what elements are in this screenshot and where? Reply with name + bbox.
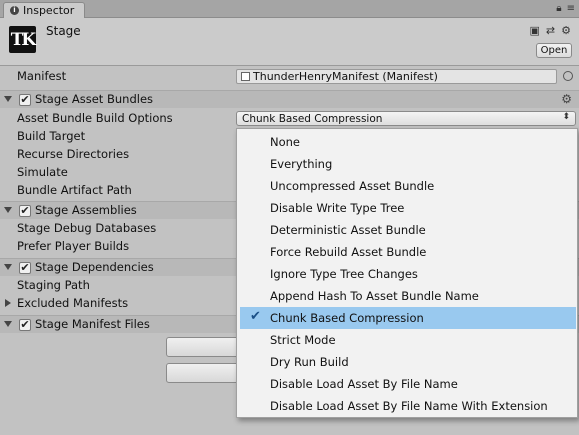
info-icon: i — [10, 6, 19, 15]
section-label: Stage Assemblies — [35, 203, 137, 217]
manifest-row: Manifest ThunderHenryManifest (Manifest) — [0, 68, 579, 86]
lock-icon[interactable]: 🔒︎ — [556, 3, 561, 14]
foldout-arrow-icon[interactable] — [5, 299, 11, 307]
enable-checkbox[interactable]: ✔ — [19, 262, 31, 274]
enable-checkbox[interactable]: ✔ — [19, 205, 31, 217]
menu-item-deterministic-asset-bundle[interactable]: Deterministic Asset Bundle — [237, 219, 577, 241]
bundle-artifact-path-label: Bundle Artifact Path — [17, 183, 132, 197]
asset-logo-icon: TK — [9, 26, 36, 53]
menu-item-none[interactable]: None — [237, 131, 577, 153]
hidden-button[interactable] — [166, 337, 246, 357]
menu-icon[interactable]: ≡ — [567, 3, 575, 14]
manifest-field[interactable]: ThunderHenryManifest (Manifest) — [236, 69, 557, 84]
header-icons: ▣ ⇄ ⚙ — [530, 24, 572, 37]
menu-item-force-rebuild-asset-bundle[interactable]: Force Rebuild Asset Bundle — [237, 241, 577, 263]
checkmark-icon: ✔ — [250, 309, 261, 324]
build-target-label: Build Target — [17, 129, 86, 143]
tab-bar-controls: 🔒︎ ≡ — [556, 3, 575, 14]
foldout-arrow-icon[interactable] — [4, 321, 12, 327]
menu-item-disable-write-type-tree[interactable]: Disable Write Type Tree — [237, 197, 577, 219]
object-picker-icon[interactable] — [563, 71, 573, 81]
menu-item-uncompressed-asset-bundle[interactable]: Uncompressed Asset Bundle — [237, 175, 577, 197]
preset-icon[interactable]: ⇄ — [546, 24, 555, 37]
build-options-popup[interactable]: Chunk Based Compression ⬍ — [236, 111, 576, 126]
foldout-arrow-icon[interactable] — [4, 207, 12, 213]
manifest-label: Manifest — [17, 69, 67, 83]
settings-icon[interactable]: ⚙ — [561, 24, 571, 37]
foldout-arrow-icon[interactable] — [4, 96, 12, 102]
menu-item-ignore-type-tree-changes[interactable]: Ignore Type Tree Changes — [237, 263, 577, 285]
menu-item-disable-load-by-file-name-ext[interactable]: Disable Load Asset By File Name With Ext… — [237, 395, 577, 417]
enable-checkbox[interactable]: ✔ — [19, 319, 31, 331]
stage-debug-databases-label: Stage Debug Databases — [17, 221, 157, 235]
section-label: Stage Dependencies — [35, 260, 154, 274]
foldout-arrow-icon[interactable] — [4, 264, 12, 270]
tab-label: Inspector — [23, 4, 75, 17]
tab-inspector[interactable]: i Inspector — [3, 2, 85, 18]
section-stage-asset-bundles[interactable]: ✔ Stage Asset Bundles ⚙ — [0, 90, 579, 108]
build-options-row: Asset Bundle Build Options Chunk Based C… — [0, 110, 579, 128]
menu-item-everything[interactable]: Everything — [237, 153, 577, 175]
menu-item-strict-mode[interactable]: Strict Mode — [237, 329, 577, 351]
menu-item-chunk-based-compression[interactable]: ✔ Chunk Based Compression — [240, 307, 576, 329]
build-options-value: Chunk Based Compression — [242, 112, 383, 125]
menu-item-append-hash[interactable]: Append Hash To Asset Bundle Name — [237, 285, 577, 307]
build-options-dropdown-menu: None Everything Uncompressed Asset Bundl… — [236, 128, 578, 418]
staging-path-label: Staging Path — [17, 278, 90, 292]
recurse-directories-label: Recurse Directories — [17, 147, 130, 161]
build-options-label: Asset Bundle Build Options — [17, 111, 173, 125]
section-label: Stage Manifest Files — [35, 317, 150, 331]
asset-title: Stage — [46, 24, 81, 38]
tab-bar: i Inspector 🔒︎ ≡ — [0, 0, 579, 18]
open-button[interactable]: Open — [536, 43, 572, 58]
popup-arrow-icon: ⬍ — [562, 112, 570, 122]
simulate-label: Simulate — [17, 165, 68, 179]
section-label: Stage Asset Bundles — [35, 92, 154, 106]
gear-icon[interactable]: ⚙ — [561, 92, 572, 106]
inspector-header: TK Stage ▣ ⇄ ⚙ Open — [0, 18, 579, 66]
scriptable-object-icon — [241, 72, 250, 81]
enable-checkbox[interactable]: ✔ — [19, 94, 31, 106]
hidden-button[interactable] — [166, 363, 246, 383]
manifest-value: ThunderHenryManifest (Manifest) — [253, 70, 438, 83]
help-book-icon[interactable]: ▣ — [530, 24, 540, 37]
excluded-manifests-label: Excluded Manifests — [17, 296, 129, 310]
prefer-player-builds-label: Prefer Player Builds — [17, 239, 130, 253]
menu-item-disable-load-by-file-name[interactable]: Disable Load Asset By File Name — [237, 373, 577, 395]
menu-item-dry-run-build[interactable]: Dry Run Build — [237, 351, 577, 373]
